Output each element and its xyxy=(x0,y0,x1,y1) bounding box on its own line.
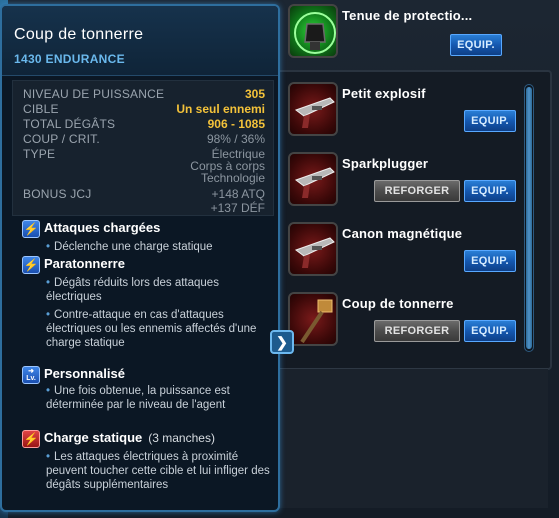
lightning-icon: ⚡ xyxy=(22,256,40,274)
reforge-button[interactable]: REFORGER xyxy=(374,320,460,342)
perk-description: • Les attaques électriques à proximité pe… xyxy=(46,451,270,491)
hammer-icon xyxy=(288,292,338,346)
scrollbar-thumb[interactable] xyxy=(526,87,532,349)
stat-label: NIVEAU DE PUISSANCE xyxy=(23,87,165,101)
stat-value: 98% / 36% xyxy=(206,132,265,146)
equip-button[interactable]: EQUIP. xyxy=(464,110,516,132)
tooltip-title: Coup de tonnerre xyxy=(14,26,144,43)
stats-panel: NIVEAU DE PUISSANCE 305 CIBLE Un seul en… xyxy=(12,80,274,216)
stat-value: Un seul ennemi xyxy=(176,102,265,116)
item-row[interactable]: Sparkplugger REFORGER EQUIP. xyxy=(284,152,524,214)
perk-description: • Dégâts réduits lors des attaques électr… xyxy=(46,277,219,303)
perk-name: Attaques chargées xyxy=(44,220,161,235)
item-row[interactable]: Petit explosif EQUIP. xyxy=(284,82,524,144)
stat-value: 305 xyxy=(244,87,265,101)
item-row[interactable]: Coup de tonnerre REFORGER EQUIP. xyxy=(284,292,524,354)
perk-duration: (3 manches) xyxy=(148,431,215,445)
item-row[interactable]: Canon magnétique EQUIP. xyxy=(284,222,524,284)
tooltip-header: Coup de tonnerre 1430 ENDURANCE xyxy=(2,6,278,76)
stat-value: +137 DÉF xyxy=(210,201,265,215)
perk-description: • Déclenche une charge statique xyxy=(46,241,213,253)
item-row[interactable]: Tenue de protectio... EQUIP. xyxy=(284,4,524,66)
perk-description: • Une fois obtenue, la puissance est déte… xyxy=(46,385,230,411)
item-name: Canon magnétique xyxy=(342,226,463,241)
gun-icon xyxy=(288,82,338,136)
stat-label: COUP / CRIT. xyxy=(23,132,100,146)
chevron-right-icon[interactable]: ❯ xyxy=(270,330,294,354)
item-name: Coup de tonnerre xyxy=(342,296,454,311)
item-list-scrollbar[interactable] xyxy=(524,84,534,352)
item-name: Petit explosif xyxy=(342,86,426,101)
reforge-button[interactable]: REFORGER xyxy=(374,180,460,202)
equip-button[interactable]: EQUIP. xyxy=(464,250,516,272)
stat-label: TOTAL DÉGÂTS xyxy=(23,117,116,131)
gun-icon xyxy=(288,222,338,276)
equip-button[interactable]: EQUIP. xyxy=(464,180,516,202)
perk-name: Paratonnerre xyxy=(44,256,125,271)
equip-button[interactable]: EQUIP. xyxy=(450,34,502,56)
item-name: Tenue de protectio... xyxy=(342,8,473,23)
stat-value: Technologie xyxy=(200,171,265,185)
item-name: Sparkplugger xyxy=(342,156,429,171)
stat-value: 906 - 1085 xyxy=(207,117,265,131)
perk-name: Personnalisé xyxy=(44,366,125,381)
level-icon: ➜ Lv. xyxy=(22,366,40,384)
stat-label: BONUS JCJ xyxy=(23,187,92,201)
stat-label: TYPE xyxy=(23,147,56,161)
item-list-footer xyxy=(278,368,548,508)
perk-name: Charge statique (3 manches) xyxy=(44,430,215,445)
stat-value: +148 ATQ xyxy=(211,187,265,201)
stat-label: CIBLE xyxy=(23,102,59,116)
gun-icon xyxy=(288,152,338,206)
armor-icon xyxy=(288,4,338,58)
equip-button[interactable]: EQUIP. xyxy=(464,320,516,342)
lightning-red-icon: ⚡ xyxy=(22,430,40,448)
endurance-value: 1430 ENDURANCE xyxy=(14,52,125,66)
item-tooltip: Coup de tonnerre 1430 ENDURANCE NIVEAU D… xyxy=(0,4,280,512)
perk-description: • Contre-attaque en cas d'attaques électr… xyxy=(46,309,257,349)
lightning-icon: ⚡ xyxy=(22,220,40,238)
